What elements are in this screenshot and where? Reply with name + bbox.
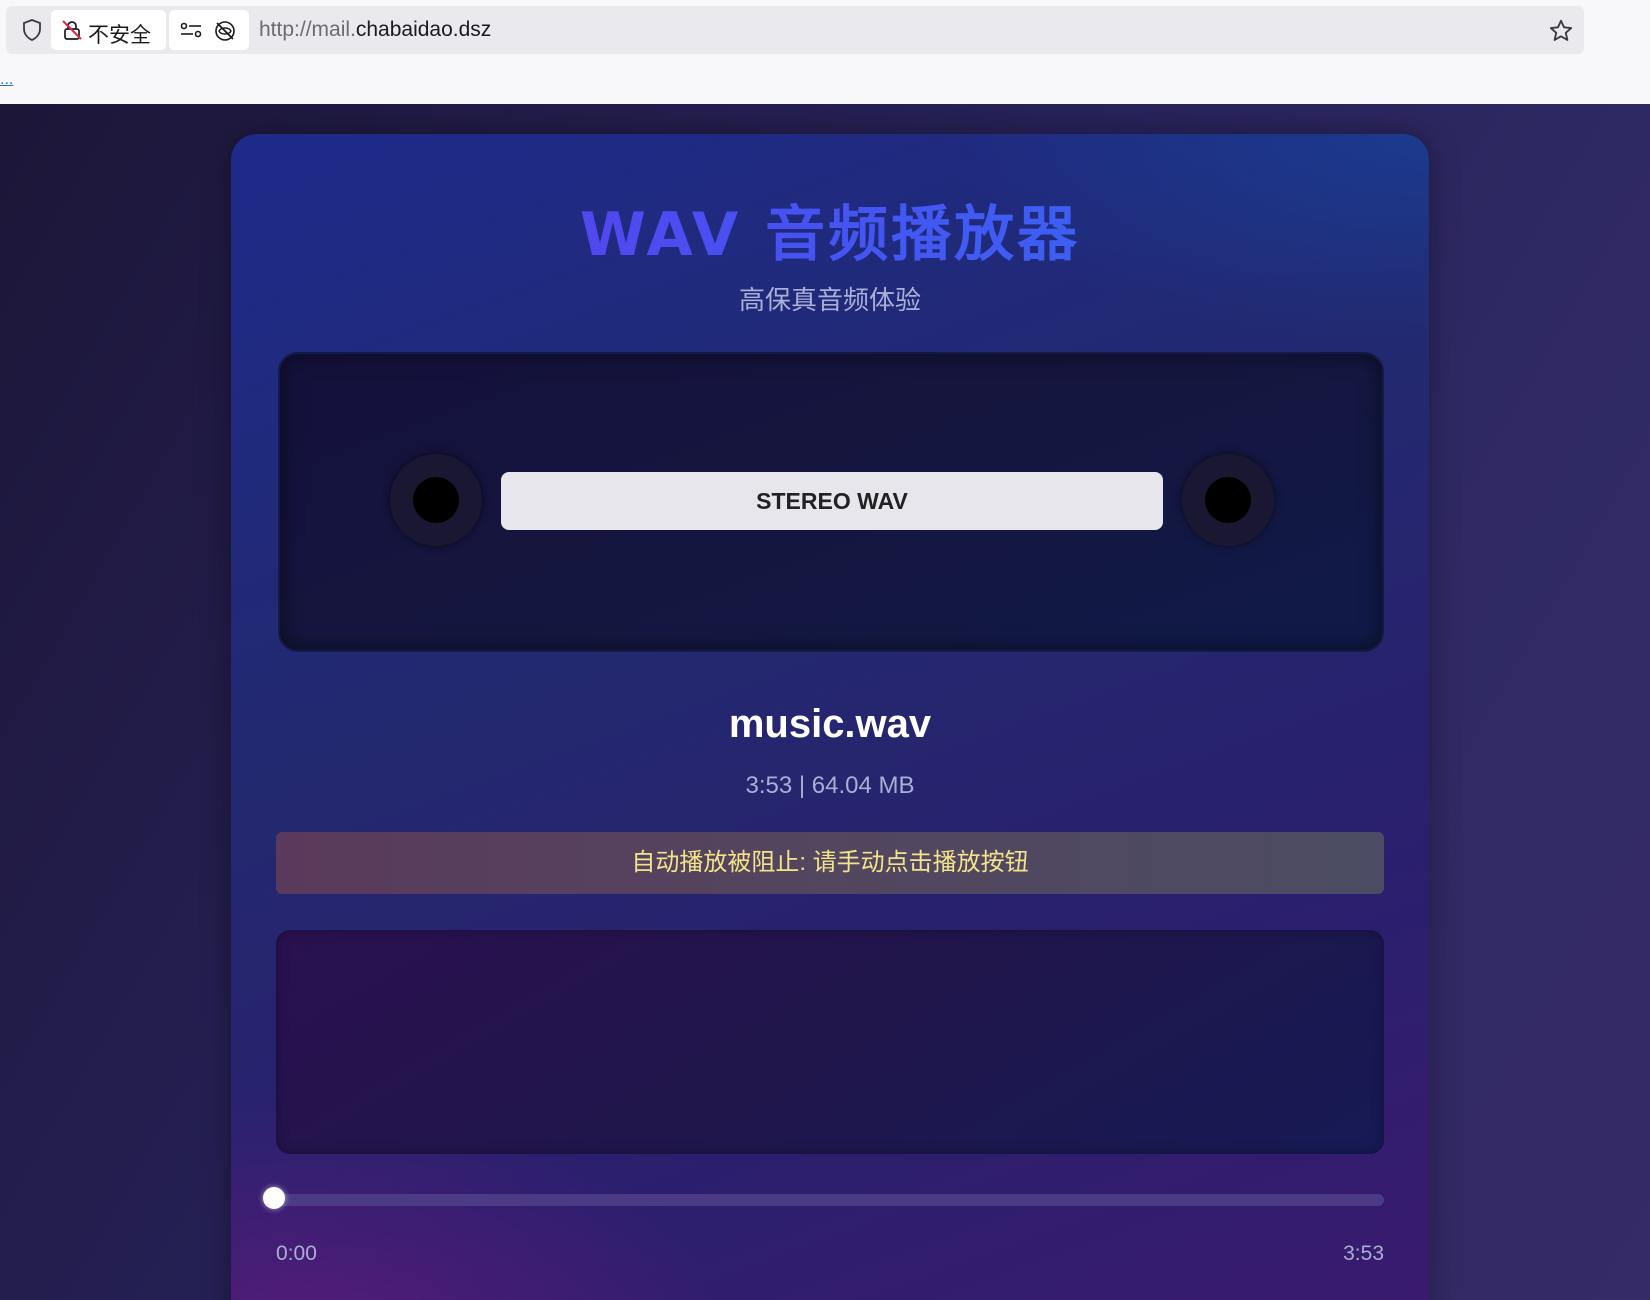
player-title: WAV 音频播放器 (231, 186, 1429, 273)
cassette-label: STEREO WAV (501, 472, 1163, 530)
progress-thumb[interactable] (263, 1187, 285, 1209)
permissions-icon (180, 22, 202, 38)
url-text[interactable]: http://mail.chabaidao.dsz (259, 18, 491, 42)
url-prefix: http://mail. (259, 18, 356, 41)
track-name: music.wav (728, 702, 932, 746)
right-reel-hub (1205, 477, 1251, 523)
current-time: 0:00 (276, 1242, 317, 1265)
address-bar[interactable]: 不安全 http://mail.chabaidao.dsz (6, 6, 1584, 54)
player-card: WAV 音频播放器 高保真音频体验 STEREO WAV music.wav 3… (231, 134, 1429, 1300)
left-reel-icon (390, 454, 482, 546)
bookmarks-overflow-link[interactable]: ... (0, 72, 13, 88)
left-reel-hub (413, 477, 459, 523)
url-domain: chabaidao.dsz (355, 18, 492, 41)
audio-visualizer (276, 930, 1384, 1154)
progress-bar[interactable] (276, 1194, 1384, 1206)
page-background: WAV 音频播放器 高保真音频体验 STEREO WAV music.wav 3… (0, 104, 1650, 1300)
player-subtitle: 高保真音频体验 (738, 285, 921, 315)
star-icon[interactable] (1548, 18, 1574, 44)
cassette-display: STEREO WAV (278, 352, 1384, 652)
total-time: 3:53 (1343, 1242, 1384, 1265)
autoplay-blocked-notice: 自动播放被阻止: 请手动点击播放按钮 (276, 832, 1384, 894)
tracking-off-icon (215, 21, 235, 41)
track-meta: 3:53 | 64.04 MB (745, 772, 915, 799)
shield-icon[interactable] (20, 18, 44, 42)
site-security-indicator[interactable]: 不安全 (51, 10, 166, 50)
right-reel-icon (1182, 454, 1274, 546)
permissions-button[interactable] (169, 10, 249, 50)
lock-off-icon (62, 20, 82, 40)
security-label: 不安全 (88, 24, 151, 47)
